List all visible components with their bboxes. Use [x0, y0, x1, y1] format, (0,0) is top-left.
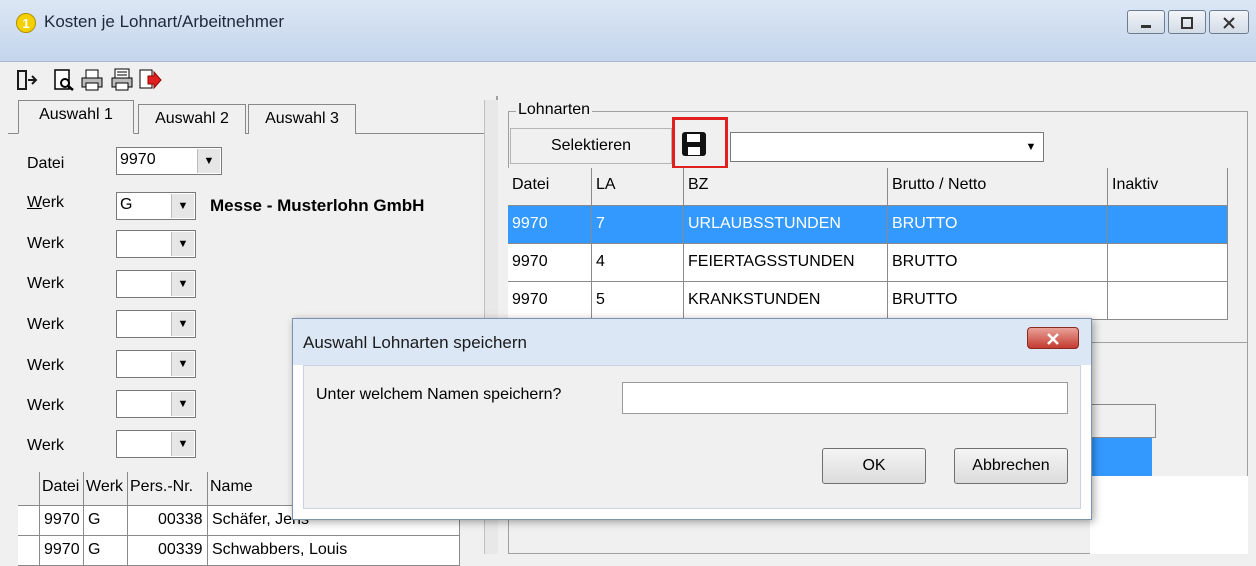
table-cell[interactable]: 00339 [128, 536, 208, 566]
table-cell[interactable]: 9970 [508, 206, 592, 244]
row-header [18, 472, 40, 506]
werk-combo-1[interactable]: G ▼ [116, 192, 196, 220]
lower-table-header [1090, 404, 1156, 438]
table-cell[interactable]: BRUTTO [888, 206, 1108, 244]
table-cell[interactable] [1108, 206, 1228, 244]
preview-icon[interactable] [52, 68, 76, 92]
col-header-la[interactable]: LA [592, 168, 684, 206]
chevron-down-icon[interactable]: ▼ [1020, 134, 1042, 160]
table-cell[interactable]: 7 [592, 206, 684, 244]
table-cell[interactable]: 5 [592, 282, 684, 320]
lower-table-body [1090, 476, 1248, 554]
werk-label: Werk [27, 397, 65, 414]
col-header-inaktiv[interactable]: Inaktiv [1108, 168, 1228, 206]
export-icon[interactable] [138, 68, 162, 92]
werk-label: Werk [27, 316, 65, 333]
company-name: Messe - Musterlohn GmbH [210, 196, 425, 215]
werk-combo-7[interactable]: ▼ [116, 430, 196, 458]
werk-label: Werk [27, 357, 65, 374]
row-indicator [18, 536, 40, 566]
exit-icon[interactable] [14, 68, 38, 92]
werk-value: G [120, 196, 133, 213]
werk-combo-4[interactable]: ▼ [116, 310, 196, 338]
chevron-down-icon[interactable]: ▼ [171, 352, 194, 376]
table-cell[interactable]: BRUTTO [888, 244, 1108, 282]
ok-button[interactable]: OK [822, 448, 926, 484]
close-icon [1047, 333, 1059, 345]
abbrechen-button[interactable]: Abbrechen [954, 448, 1068, 484]
table-cell[interactable]: G [84, 506, 128, 536]
print-list-icon[interactable] [110, 68, 134, 92]
datei-value: 9970 [120, 151, 156, 168]
dialog-title-bar: Auswahl Lohnarten speichern [293, 319, 1091, 365]
saved-selection-combo[interactable]: ▼ [730, 132, 1044, 162]
werk-combo-5[interactable]: ▼ [116, 350, 196, 378]
tab-auswahl-1[interactable]: Auswahl 1 [18, 100, 134, 134]
table-cell[interactable]: Schwabbers, Louis [208, 536, 460, 566]
dialog-title: Auswahl Lohnarten speichern [303, 333, 527, 352]
werk-combo-2[interactable]: ▼ [116, 230, 196, 258]
werk-combo-6[interactable]: ▼ [116, 390, 196, 418]
datei-combo[interactable]: 9970 ▼ [116, 147, 222, 175]
minimize-button[interactable] [1127, 10, 1165, 34]
table-cell[interactable]: BRUTTO [888, 282, 1108, 320]
row-indicator [18, 506, 40, 536]
tab-auswahl-2[interactable]: Auswahl 2 [138, 104, 246, 134]
col-header-werk[interactable]: Werk [84, 472, 128, 506]
chevron-down-icon[interactable]: ▼ [171, 392, 194, 416]
chevron-down-icon[interactable]: ▼ [171, 272, 194, 296]
maximize-button[interactable] [1168, 10, 1206, 34]
table-cell[interactable]: FEIERTAGSSTUNDEN [684, 244, 888, 282]
werk-label-underlined: Werk [27, 194, 65, 211]
table-cell[interactable]: 4 [592, 244, 684, 282]
datei-label: Datei [27, 155, 65, 172]
selektieren-button[interactable]: Selektieren [510, 128, 672, 164]
window-title-bar: 1 Kosten je Lohnart/Arbeitnehmer [0, 0, 1256, 62]
table-cell[interactable]: KRANKSTUNDEN [684, 282, 888, 320]
toolbar [0, 62, 1256, 96]
werk-label: Werk [27, 437, 65, 454]
chevron-down-icon[interactable]: ▼ [197, 149, 220, 173]
table-cell[interactable]: 9970 [508, 244, 592, 282]
chevron-down-icon[interactable]: ▼ [171, 312, 194, 336]
maximize-icon [1181, 17, 1193, 29]
col-header-persnr[interactable]: Pers.-Nr. [128, 472, 208, 506]
close-window-button[interactable] [1209, 10, 1249, 34]
app-badge-icon: 1 [16, 13, 36, 33]
col-header-datei[interactable]: Datei [40, 472, 84, 506]
save-dialog: Auswahl Lohnarten speichern Unter welche… [292, 318, 1092, 520]
window-title: Kosten je Lohnart/Arbeitnehmer [44, 12, 285, 31]
table-cell[interactable]: 00338 [128, 506, 208, 536]
dialog-close-button[interactable] [1027, 327, 1079, 349]
table-cell[interactable]: G [84, 536, 128, 566]
print-icon[interactable] [80, 68, 104, 92]
minimize-icon [1141, 25, 1151, 28]
table-cell[interactable] [1108, 244, 1228, 282]
werk-label: Werk [27, 275, 65, 292]
close-icon [1223, 17, 1235, 29]
table-cell[interactable]: 9970 [40, 506, 84, 536]
dialog-prompt: Unter welchem Namen speichern? [316, 386, 562, 403]
lower-table-selected-row[interactable] [1090, 438, 1152, 476]
tab-auswahl-3[interactable]: Auswahl 3 [248, 104, 356, 134]
chevron-down-icon[interactable]: ▼ [171, 432, 194, 456]
dialog-body: Unter welchem Namen speichern? OK Abbrec… [303, 365, 1081, 509]
werk-combo-3[interactable]: ▼ [116, 270, 196, 298]
table-cell[interactable]: URLAUBSSTUNDEN [684, 206, 888, 244]
floppy-disk-icon[interactable] [680, 130, 708, 158]
col-header-brutto-netto[interactable]: Brutto / Netto [888, 168, 1108, 206]
table-cell[interactable]: 9970 [508, 282, 592, 320]
save-name-input[interactable] [622, 382, 1068, 414]
lohnarten-group-title: Lohnarten [516, 101, 593, 119]
werk-label: Werk [27, 235, 65, 252]
col-header-datei[interactable]: Datei [508, 168, 592, 206]
col-header-bz[interactable]: BZ [684, 168, 888, 206]
chevron-down-icon[interactable]: ▼ [171, 232, 194, 256]
table-cell[interactable] [1108, 282, 1228, 320]
chevron-down-icon[interactable]: ▼ [171, 194, 194, 218]
table-cell[interactable]: 9970 [40, 536, 84, 566]
